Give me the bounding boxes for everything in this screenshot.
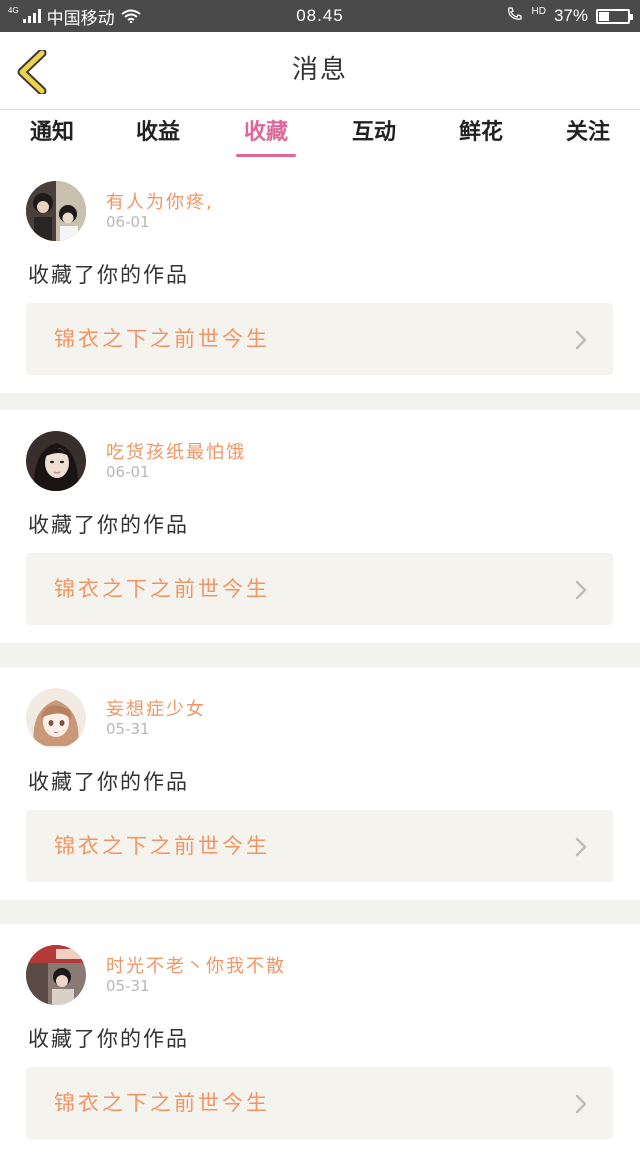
- tab-favorites[interactable]: 收藏: [226, 110, 306, 160]
- action-text: 收藏了你的作品: [28, 1027, 189, 1051]
- tab-label: 收益: [135, 120, 180, 145]
- action-text: 收藏了你的作品: [28, 513, 189, 537]
- username[interactable]: 吃货孩纸最怕饿: [106, 438, 246, 464]
- message-date: 05-31: [106, 977, 150, 995]
- tab-earnings[interactable]: 收益: [118, 110, 198, 160]
- work-title: 锦衣之下之前世今生: [54, 327, 270, 351]
- message-date: 06-01: [106, 213, 150, 231]
- avatar[interactable]: [26, 431, 86, 491]
- work-link[interactable]: 锦衣之下之前世今生: [26, 303, 613, 375]
- tab-label: 鲜花: [458, 120, 503, 145]
- tab-active-indicator: [236, 154, 296, 157]
- tab-flowers[interactable]: 鲜花: [441, 110, 521, 160]
- chevron-right-icon: [575, 1094, 587, 1114]
- work-link[interactable]: 锦衣之下之前世今生: [26, 1067, 613, 1139]
- tab-label: 通知: [29, 120, 74, 145]
- chevron-right-icon: [575, 330, 587, 350]
- tab-label: 关注: [565, 120, 610, 145]
- work-title: 锦衣之下之前世今生: [54, 577, 270, 601]
- work-title: 锦衣之下之前世今生: [54, 1091, 270, 1115]
- battery-icon: [596, 8, 633, 24]
- status-bar: 4G 中国移动 08.45 HD 37%: [0, 0, 640, 32]
- tab-label: 互动: [351, 120, 396, 145]
- avatar[interactable]: [26, 181, 86, 241]
- chevron-right-icon: [575, 580, 587, 600]
- tab-label: 收藏: [243, 120, 288, 145]
- tab-notifications[interactable]: 通知: [12, 110, 92, 160]
- hd-label: HD: [531, 5, 546, 17]
- work-title: 锦衣之下之前世今生: [54, 834, 270, 858]
- work-link[interactable]: 锦衣之下之前世今生: [26, 810, 613, 882]
- message-date: 06-01: [106, 463, 150, 481]
- avatar[interactable]: [26, 688, 86, 748]
- call-icon: [506, 6, 524, 27]
- action-text: 收藏了你的作品: [28, 263, 189, 287]
- message-card: 有人为你疼, 06-01 收藏了你的作品 锦衣之下之前世今生: [0, 160, 640, 393]
- message-card: 妄想症少女 05-31 收藏了你的作品 锦衣之下之前世今生: [0, 667, 640, 900]
- tab-interactions[interactable]: 互动: [334, 110, 414, 160]
- message-card: 吃货孩纸最怕饿 06-01 收藏了你的作品 锦衣之下之前世今生: [0, 410, 640, 643]
- chevron-right-icon: [575, 837, 587, 857]
- message-date: 05-31: [106, 720, 150, 738]
- battery-percent: 37%: [553, 6, 588, 25]
- username[interactable]: 妄想症少女: [106, 695, 206, 721]
- username[interactable]: 时光不老丶你我不散: [106, 952, 286, 978]
- header-bar: 消息: [0, 32, 640, 110]
- username[interactable]: 有人为你疼,: [106, 188, 214, 214]
- work-link[interactable]: 锦衣之下之前世今生: [26, 553, 613, 625]
- tab-bar: 通知 收益 收藏 互动 鲜花 关注: [0, 110, 640, 160]
- battery-level: [599, 11, 609, 21]
- message-card: 时光不老丶你我不散 05-31 收藏了你的作品 锦衣之下之前世今生: [0, 924, 640, 1157]
- action-text: 收藏了你的作品: [28, 770, 189, 794]
- tab-following[interactable]: 关注: [548, 110, 628, 160]
- status-right: HD 37%: [506, 0, 633, 32]
- avatar[interactable]: [26, 945, 86, 1005]
- page-title: 消息: [291, 55, 348, 85]
